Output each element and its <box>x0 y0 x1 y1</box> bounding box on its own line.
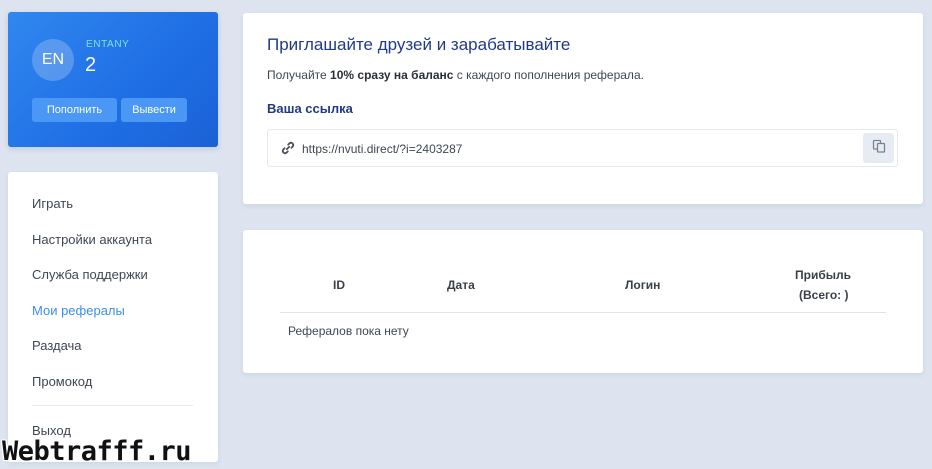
invite-card: Приглашайте друзей и зарабатывайте Получ… <box>243 13 923 204</box>
sidebar-item-promocode[interactable]: Промокод <box>32 374 92 389</box>
table-header-divider <box>280 312 886 313</box>
link-icon <box>280 140 296 156</box>
avatar: EN <box>32 39 74 81</box>
balance-value: 2 <box>85 54 97 76</box>
column-header-profit: Прибыль <box>795 268 851 282</box>
username: ENTANY <box>86 39 130 50</box>
watermark: Webtrafff.ru <box>2 436 192 467</box>
invite-desc-bold: 10% сразу на баланс <box>330 68 454 82</box>
empty-referrals-message: Рефералов пока нету <box>288 324 409 338</box>
sidebar-menu: Играть Настройки аккаунта Служба поддерж… <box>8 172 218 462</box>
sidebar-item-referrals[interactable]: Мои рефералы <box>32 303 125 318</box>
sidebar-item-giveaway[interactable]: Раздача <box>32 338 82 353</box>
copy-link-button[interactable] <box>863 133 894 163</box>
column-header-date: Дата <box>447 278 475 292</box>
copy-icon <box>872 139 886 158</box>
column-header-total: (Всего: ) <box>799 288 849 302</box>
withdraw-button[interactable]: Вывести <box>121 98 187 122</box>
menu-divider <box>32 405 193 406</box>
column-header-login: Логин <box>625 278 661 292</box>
invite-title: Приглашайте друзей и зарабатывайте <box>267 35 571 54</box>
invite-desc-prefix: Получайте <box>267 68 331 82</box>
sidebar-item-account-settings[interactable]: Настройки аккаунта <box>32 232 152 247</box>
sidebar-item-support[interactable]: Служба поддержки <box>32 267 148 282</box>
invite-description: Получайте 10% сразу на баланс с каждого … <box>267 68 644 82</box>
referrals-table-card: ID Дата Логин Прибыль (Всего: ) Реферало… <box>243 230 923 373</box>
deposit-button[interactable]: Пополнить <box>32 98 117 122</box>
sidebar-item-play[interactable]: Играть <box>32 196 73 211</box>
referral-link-field[interactable]: https://nvuti.direct/?i=2403287 <box>267 129 898 167</box>
referral-link-label: Ваша ссылка <box>267 101 353 116</box>
profile-card: EN ENTANY 2 Пополнить Вывести <box>8 12 218 147</box>
invite-desc-suffix: с каждого пополнения реферала. <box>453 68 644 82</box>
referral-link-value: https://nvuti.direct/?i=2403287 <box>302 142 463 156</box>
column-header-id: ID <box>333 278 345 292</box>
